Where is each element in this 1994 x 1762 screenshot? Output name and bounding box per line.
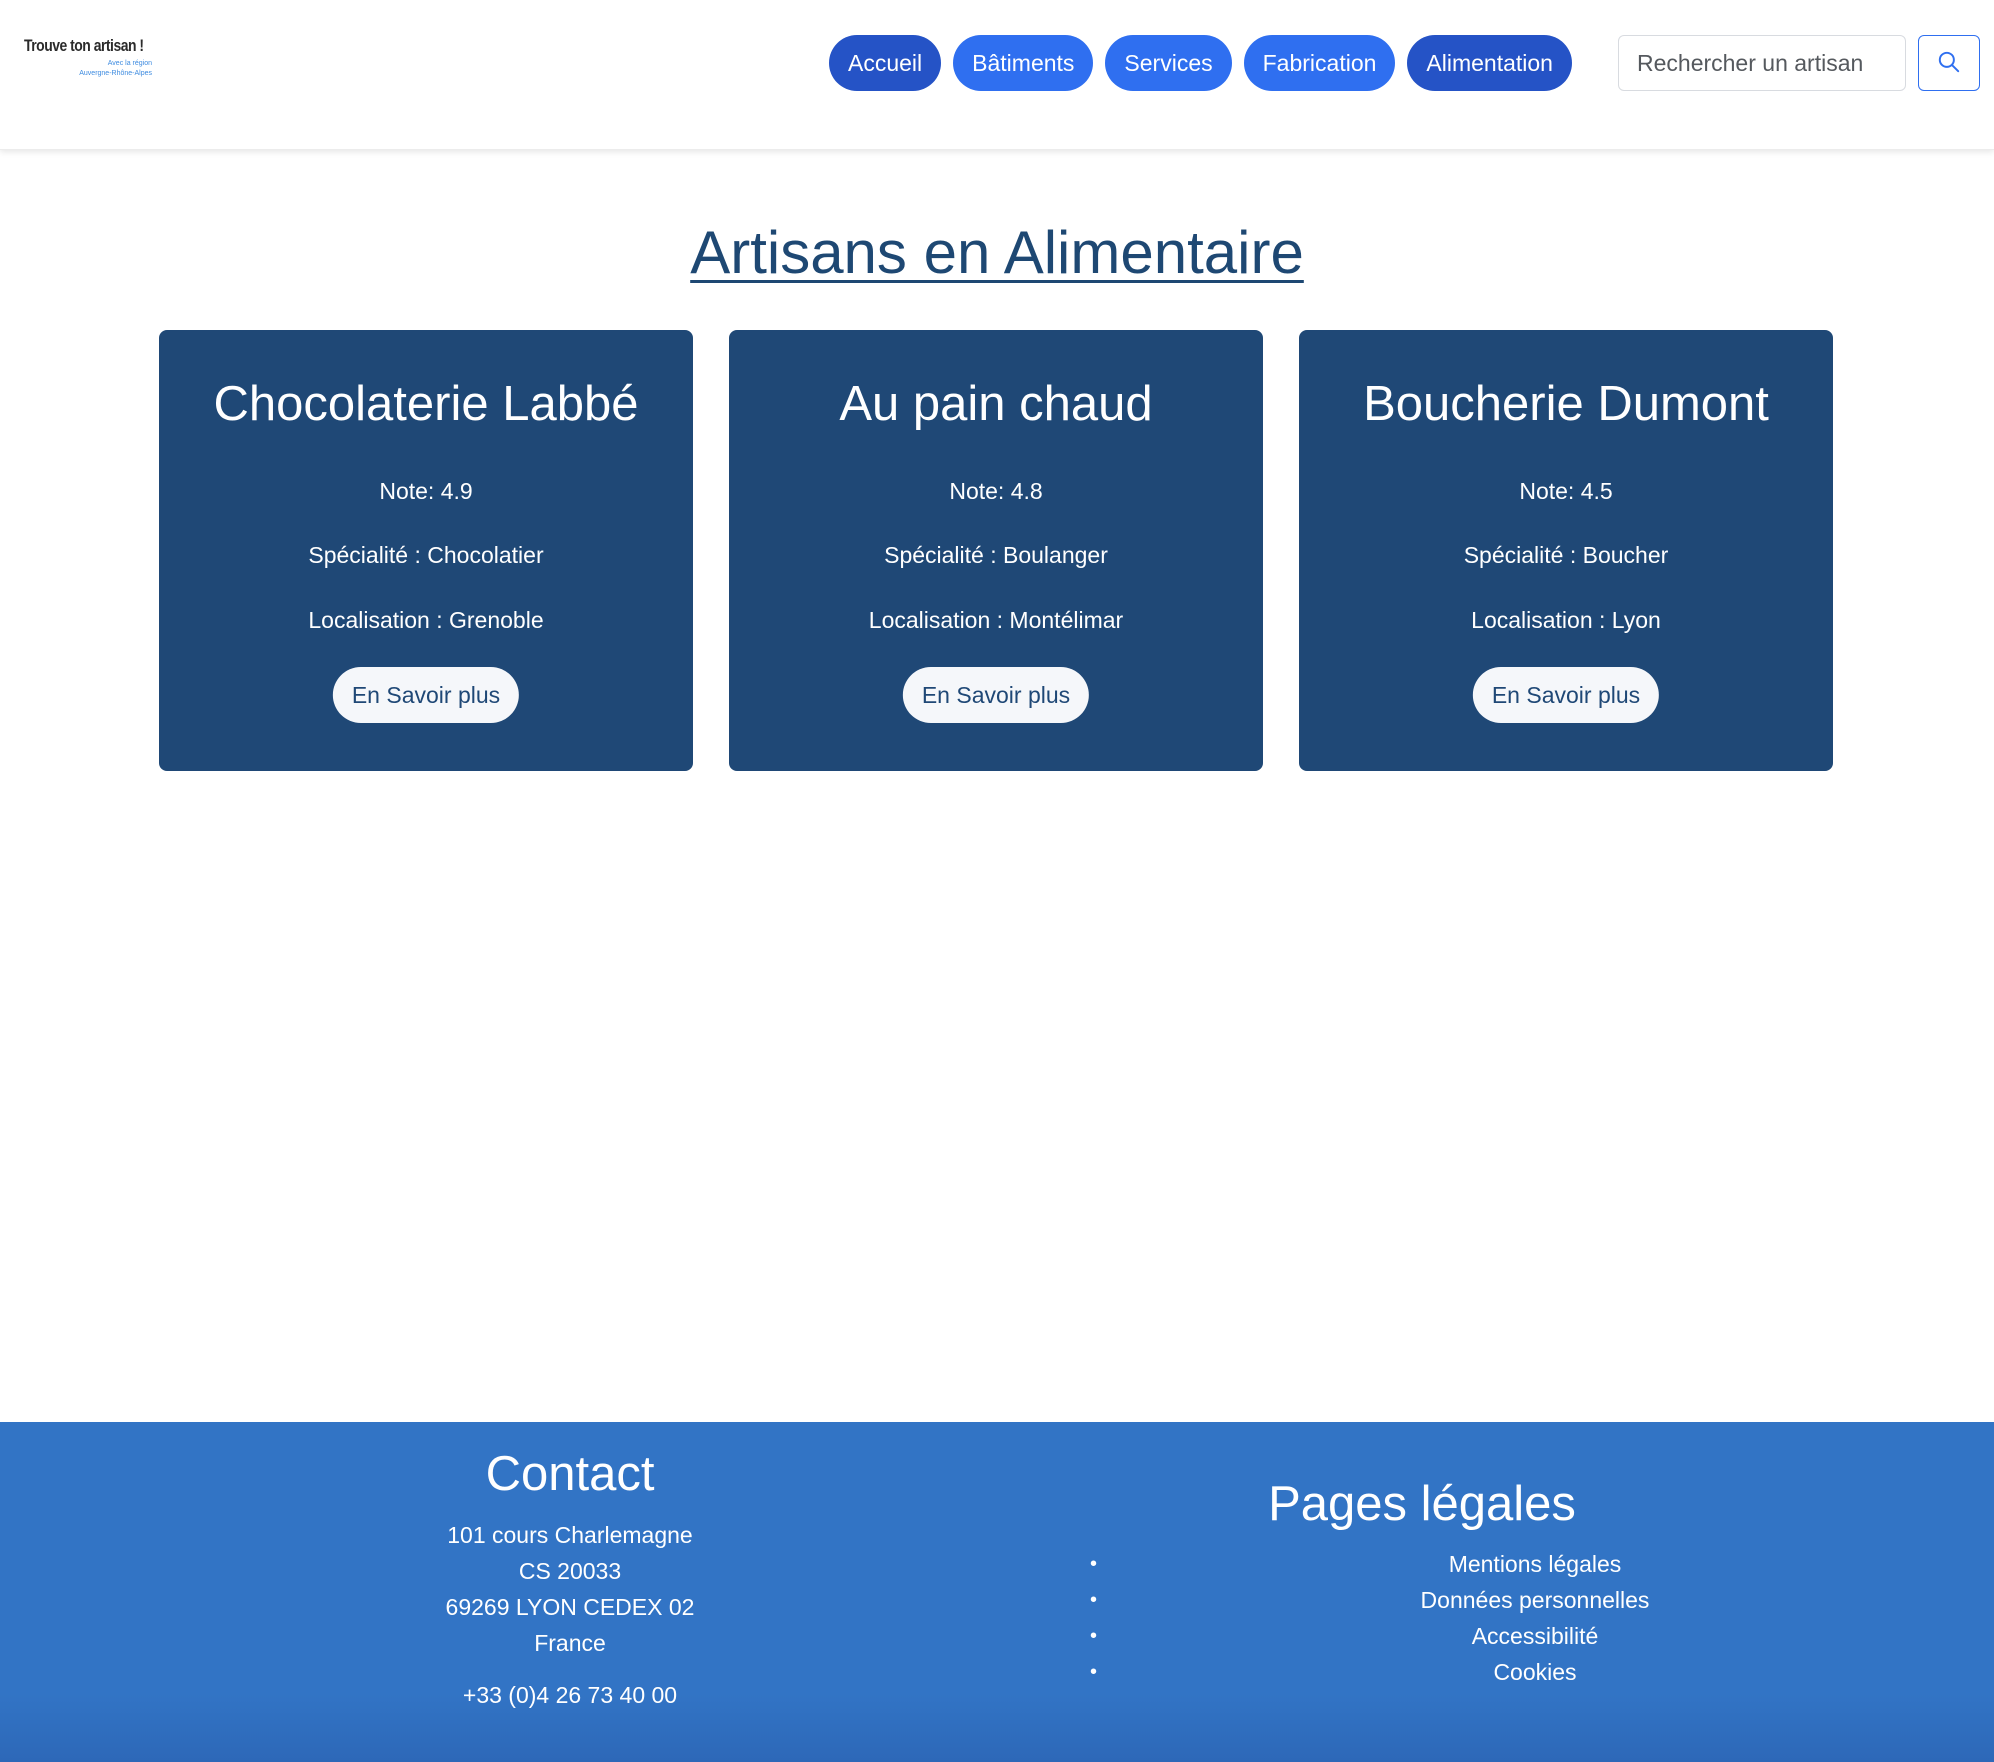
site-footer: Contact 101 cours Charlemagne CS 20033 6…: [0, 1422, 1994, 1762]
card-title: Au pain chaud: [839, 377, 1153, 431]
artisan-card: Boucherie Dumont Note: 4.5 Spécialité : …: [1299, 330, 1833, 771]
card-localisation: Localisation : Lyon: [1471, 607, 1661, 633]
legal-link-accessibilite[interactable]: Accessibilité: [1245, 1618, 1825, 1654]
en-savoir-plus-button[interactable]: En Savoir plus: [902, 667, 1090, 723]
logo-subtitle-line2: Auvergne-Rhône-Alpes: [79, 70, 152, 77]
search-input[interactable]: [1618, 35, 1906, 91]
site-logo[interactable]: Trouve ton artisan ! Avec la région Auve…: [24, 36, 154, 88]
bullet-icon: •: [1090, 1589, 1098, 1611]
address-line: France: [534, 1630, 606, 1656]
artisan-card: Au pain chaud Note: 4.8 Spécialité : Bou…: [729, 330, 1263, 771]
bullet-icon: •: [1090, 1625, 1098, 1647]
site-header: Trouve ton artisan ! Avec la région Auve…: [0, 0, 1994, 150]
card-localisation: Localisation : Montélimar: [868, 607, 1124, 633]
legal-link-item: • Accessibilité: [1090, 1618, 1890, 1654]
legal-link-item: • Cookies: [1090, 1654, 1890, 1690]
en-savoir-plus-button[interactable]: En Savoir plus: [1472, 667, 1660, 723]
nav-item-fabrication[interactable]: Fabrication: [1243, 35, 1396, 91]
artisan-card: Chocolaterie Labbé Note: 4.9 Spécialité …: [159, 330, 693, 771]
card-specialite: Spécialité : Boucher: [1463, 542, 1669, 568]
nav-item-accueil[interactable]: Accueil: [829, 35, 942, 91]
address-line: CS 20033: [518, 1558, 622, 1584]
search-button[interactable]: [1918, 35, 1980, 91]
legal-links: • Mentions légales • Données personnelle…: [1090, 1546, 1890, 1690]
logo-title: Trouve ton artisan !: [24, 36, 144, 55]
card-title: Chocolaterie Labbé: [213, 377, 639, 431]
legal-link-cookies[interactable]: Cookies: [1245, 1654, 1825, 1690]
card-title: Boucherie Dumont: [1363, 377, 1769, 431]
bullet-icon: •: [1090, 1661, 1098, 1683]
nav-item-batiments[interactable]: Bâtiments: [953, 35, 1094, 91]
nav-item-services[interactable]: Services: [1105, 35, 1232, 91]
legal-title: Pages légales: [1268, 1477, 1576, 1531]
search-icon: [1936, 49, 1962, 78]
card-specialite: Spécialité : Chocolatier: [308, 542, 544, 568]
legal-link-item: • Données personnelles: [1090, 1582, 1890, 1618]
bullet-icon: •: [1090, 1553, 1098, 1575]
nav-item-alimentation[interactable]: Alimentation: [1407, 35, 1572, 91]
legal-link-mentions[interactable]: Mentions légales: [1245, 1546, 1825, 1582]
contact-title: Contact: [485, 1447, 655, 1501]
card-note: Note: 4.5: [1519, 478, 1613, 504]
contact-address: 101 cours Charlemagne CS 20033 69269 LYO…: [370, 1517, 770, 1661]
address-line: 101 cours Charlemagne: [447, 1522, 693, 1548]
en-savoir-plus-button[interactable]: En Savoir plus: [332, 667, 520, 723]
main-nav: Accueil Bâtiments Services Fabrication A…: [829, 35, 1572, 91]
card-localisation: Localisation : Grenoble: [308, 607, 544, 633]
logo-subtitle-line1: Avec la région: [107, 60, 152, 67]
address-line: 69269 LYON CEDEX 02: [445, 1594, 695, 1620]
card-specialite: Spécialité : Boulanger: [884, 542, 1108, 568]
card-note: Note: 4.9: [379, 478, 473, 504]
card-note: Note: 4.8: [949, 478, 1043, 504]
page-title: Artisans en Alimentaire: [690, 219, 1304, 286]
legal-link-donnees[interactable]: Données personnelles: [1245, 1582, 1825, 1618]
contact-phone: +33 (0)4 26 73 40 00: [462, 1682, 678, 1708]
legal-link-item: • Mentions légales: [1090, 1546, 1890, 1582]
